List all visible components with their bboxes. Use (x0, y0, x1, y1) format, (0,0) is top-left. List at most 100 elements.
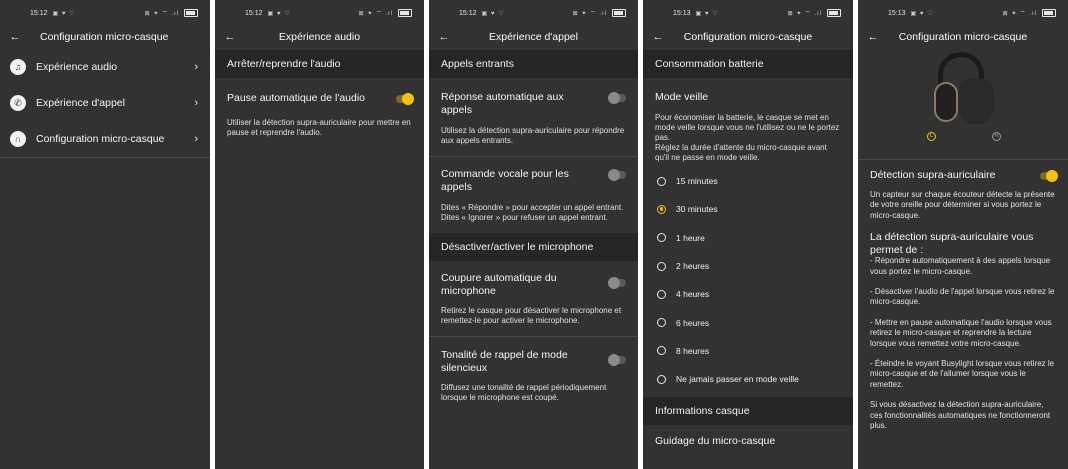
status-bar: 15:12 ▣ ♥ ♡ ⊠ ✦ ⌔ .ıl (429, 0, 638, 26)
menu-item-call-experience[interactable]: ✆ Expérience d'appel › (0, 85, 210, 121)
mute-reminder-toggle[interactable] (608, 354, 626, 366)
standby-option[interactable]: 1 heure (643, 224, 853, 252)
voice-command-description: Dites « Répondre » pour accepter un appe… (441, 203, 624, 222)
on-ear-detection-setting[interactable]: Détection supra-auriculaire (858, 160, 1068, 182)
status-bar: 15:12 ▣ ♥ ♡ ⊠ ✦ ⌔ .ıl (215, 0, 424, 26)
status-time: 15:12 (459, 9, 477, 17)
toggle-knob (402, 93, 414, 105)
standby-option[interactable]: 8 heures (643, 337, 853, 365)
radio-unselected-icon[interactable] (657, 346, 666, 356)
auto-answer-toggle[interactable] (608, 92, 626, 104)
battery-icon (612, 9, 626, 17)
headset-guide-label: Guidage du micro-casque (655, 435, 776, 448)
menu-item-audio-experience[interactable]: ♫ Expérience audio › (0, 49, 210, 85)
battery-icon (827, 9, 841, 17)
radio-unselected-icon[interactable] (657, 233, 666, 243)
radio-unselected-icon[interactable] (657, 318, 666, 328)
signal-icons: ⊠ ✦ ⌔ .ıl (144, 11, 179, 17)
standby-option[interactable]: 2 heures (643, 252, 853, 280)
mute-reminder-description: Diffusez une tonalité de rappel périodiq… (441, 383, 607, 402)
section-header-microphone: Désactiver/activer le microphone (429, 233, 638, 261)
standby-option[interactable]: 30 minutes (643, 195, 853, 223)
status-time: 15:12 (30, 9, 48, 17)
right-earcup (958, 78, 994, 124)
radio-unselected-icon[interactable] (657, 261, 666, 271)
on-ear-detection-title: Détection supra-auriculaire (870, 169, 996, 181)
auto-pause-setting[interactable]: Pause automatique de l'audio Utiliser la… (215, 78, 424, 150)
mute-reminder-title: Tonalité de rappel de mode silencieux (441, 349, 568, 374)
signal-icons: ⊠ ✦ ⌔ .ıl (572, 11, 607, 17)
status-bar: 15:12 ▣ ♥ ♡ ⊠ ✦ ⌔ .ıl (0, 0, 210, 26)
status-time: 15:12 (245, 9, 263, 17)
headset-guide-link[interactable]: Guidage du micro-casque (643, 425, 853, 448)
signal-icons: ⊠ ✦ ⌔ .ıl (358, 11, 393, 17)
chevron-right-icon: › (194, 133, 198, 145)
left-earcup (934, 82, 958, 122)
mute-reminder-setting[interactable]: Tonalité de rappel de mode silencieux Di… (429, 337, 638, 413)
auto-pause-toggle[interactable] (396, 93, 414, 105)
on-ear-detection-toggle[interactable] (1040, 170, 1058, 182)
voice-command-setting[interactable]: Commande vocale pour les appels Dites « … (429, 157, 638, 233)
standby-option[interactable]: Ne jamais passer en mode veille (643, 365, 853, 393)
section-header: Arrêter/reprendre l'audio (215, 50, 424, 78)
toggle-knob (608, 92, 620, 104)
standby-title: Mode veille (655, 91, 709, 103)
standby-setting: Mode veille Pour économiser la batterie,… (643, 78, 853, 167)
back-arrow-icon[interactable]: ← (8, 31, 22, 43)
auto-answer-setting[interactable]: Réponse automatique aux appels Utilisez … (429, 78, 638, 156)
auto-mute-title: Coupure automatique du microphone (441, 272, 557, 297)
standby-option-label: Ne jamais passer en mode veille (676, 374, 799, 385)
auto-answer-title: Réponse automatique aux appels (441, 91, 564, 116)
radio-unselected-icon[interactable] (657, 289, 666, 299)
chevron-right-icon: › (194, 61, 198, 73)
standby-option[interactable]: 15 minutes (643, 167, 853, 195)
page-title: Expérience audio (278, 31, 361, 43)
standby-option-label: 8 heures (676, 345, 710, 356)
features-heading: La détection supra-auriculaire vous perm… (870, 231, 1034, 256)
on-ear-detection-description: Un capteur sur chaque écouteur détecte l… (870, 190, 1055, 220)
battery-icon (398, 9, 412, 17)
right-sensor-marker: R (992, 132, 1001, 141)
toggle-knob (608, 169, 620, 181)
feature-busylight: - Éteindre le voyant Busylight lorsque v… (870, 359, 1055, 389)
auto-pause-description: Utiliser la détection supra-auriculaire … (227, 118, 411, 137)
music-note-icon: ♫ (10, 59, 26, 75)
standby-option[interactable]: 6 heures (643, 308, 853, 336)
notification-icons: ▣ ♥ ♡ (481, 10, 505, 17)
auto-mute-toggle[interactable] (608, 277, 626, 289)
auto-answer-description: Utilisez la détection supra-auriculaire … (441, 126, 625, 145)
feature-auto-pause: - Mettre en pause automatique l'audio lo… (870, 317, 1052, 348)
notification-icons: ▣ ♥ ♡ (910, 10, 934, 17)
divider (0, 157, 210, 158)
chevron-right-icon: › (194, 97, 198, 109)
phone-icon: ✆ (10, 95, 26, 111)
app-bar: ← Expérience audio (215, 26, 424, 48)
auto-pause-title: Pause automatique de l'audio (227, 92, 366, 104)
menu-item-label: Expérience audio (36, 61, 118, 73)
status-bar: 15:13 ▣ ♥ ♡ ⊠ ✦ ⌔ .ıl (643, 0, 853, 26)
feature-mute-call-audio: - Désactiver l'audio de l'appel lorsque … (870, 287, 1055, 307)
voice-command-title: Commande vocale pour les appels (441, 168, 569, 193)
menu-item-headset-config[interactable]: ∩ Configuration micro-casque › (0, 121, 210, 157)
standby-option-label: 30 minutes (676, 204, 718, 215)
standby-option-label: 4 heures (676, 289, 710, 300)
auto-mute-setting[interactable]: Coupure automatique du microphone Retire… (429, 261, 638, 336)
standby-option[interactable]: 4 heures (643, 280, 853, 308)
feature-answer-calls: - Répondre automatiquement à des appels … (870, 256, 1051, 276)
screen-headset-config-menu: 15:12 ▣ ♥ ♡ ⊠ ✦ ⌔ .ıl ← Configuration mic… (0, 0, 210, 469)
section-header-headset-info: Informations casque (643, 397, 853, 426)
standby-options: 15 minutes 30 minutes 1 heure 2 heures 4 heu… (643, 167, 853, 393)
radio-unselected-icon[interactable] (657, 176, 666, 186)
section-header-incoming-calls: Appels entrants (429, 50, 638, 78)
screen-headset-config-battery: 15:13 ▣ ♥ ♡ ⊠ ✦ ⌔ .ıl ← Configuration mic… (643, 0, 853, 469)
screen-call-experience: 15:12 ▣ ♥ ♡ ⊠ ✦ ⌔ .ıl ← Expérience d'appe… (429, 0, 638, 469)
status-time: 15:13 (888, 9, 906, 17)
left-sensor-marker: L (927, 132, 936, 141)
voice-command-toggle[interactable] (608, 169, 626, 181)
standby-option-label: 15 minutes (676, 176, 718, 187)
section-header-battery: Consommation batterie (643, 50, 853, 78)
screen-audio-experience: 15:12 ▣ ♥ ♡ ⊠ ✦ ⌔ .ıl ← Expérience audio … (215, 0, 424, 469)
radio-unselected-icon[interactable] (657, 374, 666, 384)
radio-selected-icon[interactable] (657, 204, 666, 214)
standby-option-label: 2 heures (676, 261, 710, 272)
